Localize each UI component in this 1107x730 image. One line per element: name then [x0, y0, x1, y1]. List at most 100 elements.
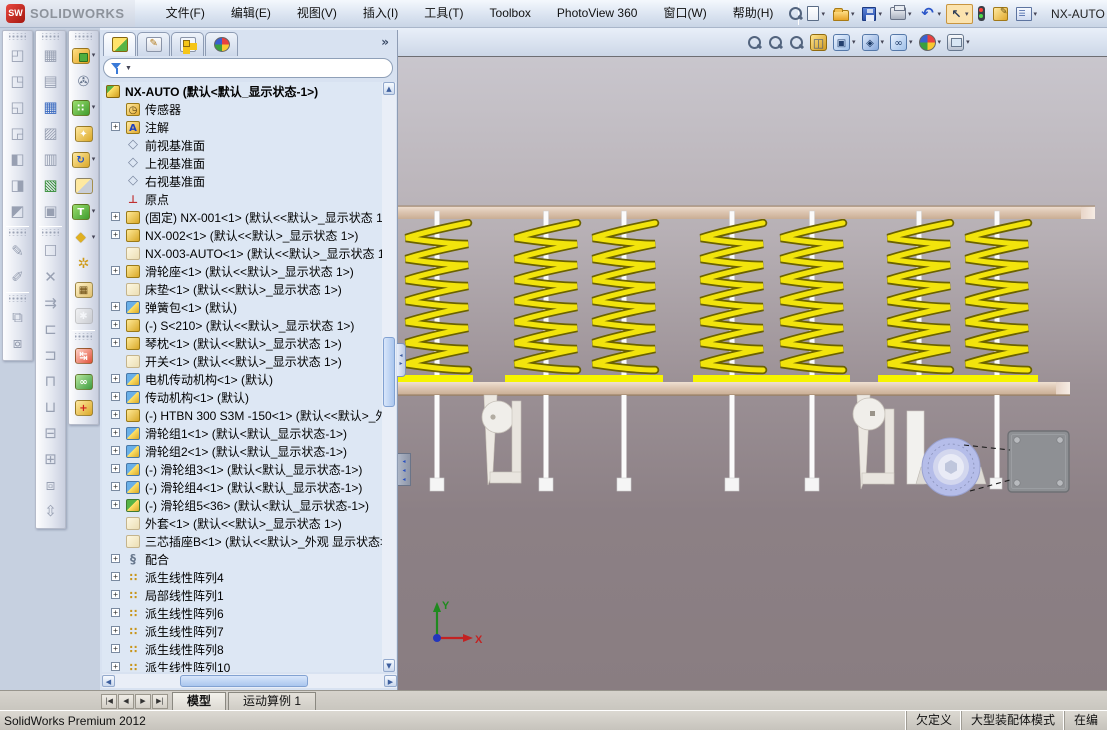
displaymanager-tab[interactable] — [205, 32, 238, 56]
menu-视图(V)[interactable]: 视图(V) — [284, 0, 350, 27]
hole-table-button[interactable]: ▦ — [38, 95, 63, 120]
print-button[interactable]: ▾ — [887, 5, 915, 22]
scroll-up-button[interactable]: ▲ — [383, 82, 395, 95]
table-button[interactable]: ▤ — [38, 69, 63, 94]
move-component-button[interactable]: ↻ ▾ — [71, 147, 96, 172]
copy-entities-button[interactable]: ⧉ — [5, 305, 30, 330]
menu-编辑(E)[interactable]: 编辑(E) — [218, 0, 284, 27]
propertymanager-tab[interactable] — [137, 32, 170, 56]
clipped-part-at-edge[interactable]: ◂ ◂ ◂ — [398, 453, 411, 486]
tree-item[interactable]: + § 配合 — [102, 550, 383, 568]
tree-item[interactable]: + (-) 滑轮组5<36> (默认<默认_显示状态-1>) — [102, 496, 383, 514]
mounting-plate[interactable] — [1007, 430, 1070, 493]
standard-view-button[interactable]: ◩ — [5, 199, 30, 224]
menu-窗口(W)[interactable]: 窗口(W) — [650, 0, 719, 27]
print-dropdown[interactable]: ▾ — [908, 10, 912, 18]
featuremanager-tree-tab[interactable] — [103, 32, 136, 56]
bottom-plank[interactable] — [398, 382, 1070, 395]
insert-component-dropdown[interactable]: ▾ — [92, 43, 96, 68]
new-document-dropdown[interactable]: ▾ — [821, 10, 825, 18]
tree-item[interactable]: + 弹簧包<1> (默认) — [102, 298, 383, 316]
apply-scene-button[interactable]: ▾ — [945, 32, 972, 53]
belt-chain-button[interactable]: ∞ — [71, 369, 96, 394]
expand-plus-icon[interactable]: + — [111, 464, 120, 473]
edit-appearance-dropdown[interactable]: ▾ — [938, 38, 942, 46]
pulley-assembly-1[interactable] — [481, 394, 522, 486]
new-document-button[interactable]: ▾ — [804, 4, 828, 23]
apply-scene-dropdown[interactable]: ▾ — [966, 38, 970, 46]
hide-show-items-dropdown[interactable]: ▾ — [909, 38, 913, 46]
display-style-button[interactable]: ◈ ▾ — [860, 32, 887, 53]
interference-detection-button[interactable]: ↹ — [71, 343, 96, 368]
tree-item[interactable]: 三芯插座B<1> (默认<<默认>_外观 显示状态> — [102, 532, 383, 550]
motor-assembly[interactable] — [906, 410, 987, 497]
top-plank-cap[interactable] — [1081, 206, 1095, 219]
panel-splitter-handle[interactable]: ◂ ▸ — [397, 343, 406, 377]
tree-item[interactable]: + ∷ 派生线性阵列10 — [102, 658, 383, 672]
menu-PhotoView 360[interactable]: PhotoView 360 — [544, 0, 651, 27]
align-top-button[interactable]: ⊓ — [38, 369, 63, 394]
options-list-dropdown[interactable]: ▾ — [1034, 10, 1038, 18]
tree-item[interactable]: + (固定) NX-001<1> (默认<<默认>_显示状态 1 — [102, 208, 383, 226]
tree-item[interactable]: + ∷ 局部线性阵列1 — [102, 586, 383, 604]
general-table-button[interactable]: ▥ — [38, 147, 63, 172]
tree-vertical-scrollbar[interactable]: ▲ ▼ — [382, 82, 396, 672]
menu-帮助(H)[interactable]: 帮助(H) — [720, 0, 787, 27]
standard-view-button[interactable]: ◳ — [5, 69, 30, 94]
tab-运动算例 1[interactable]: 运动算例 1 — [228, 692, 317, 710]
show-hidden-components-button[interactable] — [71, 173, 96, 198]
hide-show-items-button[interactable]: ∞ ▾ — [888, 32, 915, 53]
menu-插入(I)[interactable]: 插入(I) — [350, 0, 411, 27]
horizontal-scroll-thumb[interactable] — [180, 675, 308, 687]
zoom-to-area-button[interactable] — [766, 33, 785, 52]
tree-item[interactable]: + (-) S<210> (默认<<默认>_显示状态 1>) — [102, 316, 383, 334]
tree-item[interactable]: + 滑轮座<1> (默认<<默认>_显示状态 1>) — [102, 262, 383, 280]
mirror-entities-button[interactable]: ⧇ — [5, 331, 30, 356]
file-properties-button[interactable] — [990, 5, 1011, 23]
expand-plus-icon[interactable]: + — [111, 338, 120, 347]
expand-plus-icon[interactable]: + — [111, 590, 120, 599]
assembly-model[interactable]: Y X — [398, 57, 1107, 691]
tree-item[interactable]: + 滑轮组2<1> (默认<默认_显示状态-1>) — [102, 442, 383, 460]
expand-plus-icon[interactable]: + — [111, 644, 120, 653]
revision-table-button[interactable]: ▨ — [38, 121, 63, 146]
expand-plus-icon[interactable]: + — [111, 374, 120, 383]
exploded-view-button[interactable]: ✱ — [71, 303, 96, 328]
assembly-features-button[interactable]: T ▾ — [71, 199, 96, 224]
vertical-scroll-thumb[interactable] — [383, 337, 395, 407]
standard-view-button[interactable]: ◰ — [5, 43, 30, 68]
standard-view-button[interactable]: ◲ — [5, 121, 30, 146]
convert-button[interactable]: ⇉ — [38, 291, 63, 316]
assembly-visualization-button[interactable]: + — [71, 395, 96, 420]
rebuild-traffic-light-button[interactable] — [975, 4, 988, 23]
tree-item[interactable]: NX-003-AUTO<1> (默认<<默认>_显示状态 1>) — [102, 244, 383, 262]
top-plank[interactable] — [398, 206, 1095, 219]
options-list-button[interactable]: ▾ — [1013, 5, 1041, 23]
expand-plus-icon[interactable]: + — [111, 230, 120, 239]
pulley-assembly-2[interactable] — [852, 394, 895, 490]
expand-plus-icon[interactable]: + — [111, 212, 120, 221]
menu-文件(F)[interactable]: 文件(F) — [153, 0, 218, 27]
tree-horizontal-scrollbar[interactable]: ◀ ▶ — [102, 674, 397, 688]
toolbar-grip[interactable] — [42, 229, 59, 236]
standard-view-button[interactable]: ◱ — [5, 95, 30, 120]
section-view-button[interactable]: ◫ — [808, 32, 829, 53]
tree-item[interactable]: + NX-002<1> (默认<<默认>_显示状态 1>) — [102, 226, 383, 244]
tree-item[interactable]: + ∷ 派生线性阵列6 — [102, 604, 383, 622]
standard-view-button[interactable]: ◨ — [5, 173, 30, 198]
weldment-table-button[interactable]: ▣ — [38, 199, 63, 224]
expand-plus-icon[interactable]: + — [111, 626, 120, 635]
sketch-button[interactable]: ✎ — [5, 239, 30, 264]
tree-item[interactable]: ◇ 上视基准面 — [102, 154, 383, 172]
bottom-plank-cap[interactable] — [1056, 382, 1070, 395]
tree-item[interactable]: 外套<1> (默认<<默认>_显示状态 1>) — [102, 514, 383, 532]
tree-item[interactable]: + 琴枕<1> (默认<<默认>_显示状态 1>) — [102, 334, 383, 352]
tab-nav-2[interactable]: ▶ — [135, 694, 151, 709]
toolbar-grip[interactable] — [9, 295, 26, 302]
save-button[interactable]: ▾ — [859, 5, 885, 23]
tree-item[interactable]: 开关<1> (默认<<默认>_显示状态 1>) — [102, 352, 383, 370]
zoom-to-fit-button[interactable] — [745, 33, 764, 52]
expand-plus-icon[interactable]: + — [111, 122, 120, 131]
align-left-button[interactable]: ⊏ — [38, 317, 63, 342]
expand-plus-icon[interactable]: + — [111, 608, 120, 617]
